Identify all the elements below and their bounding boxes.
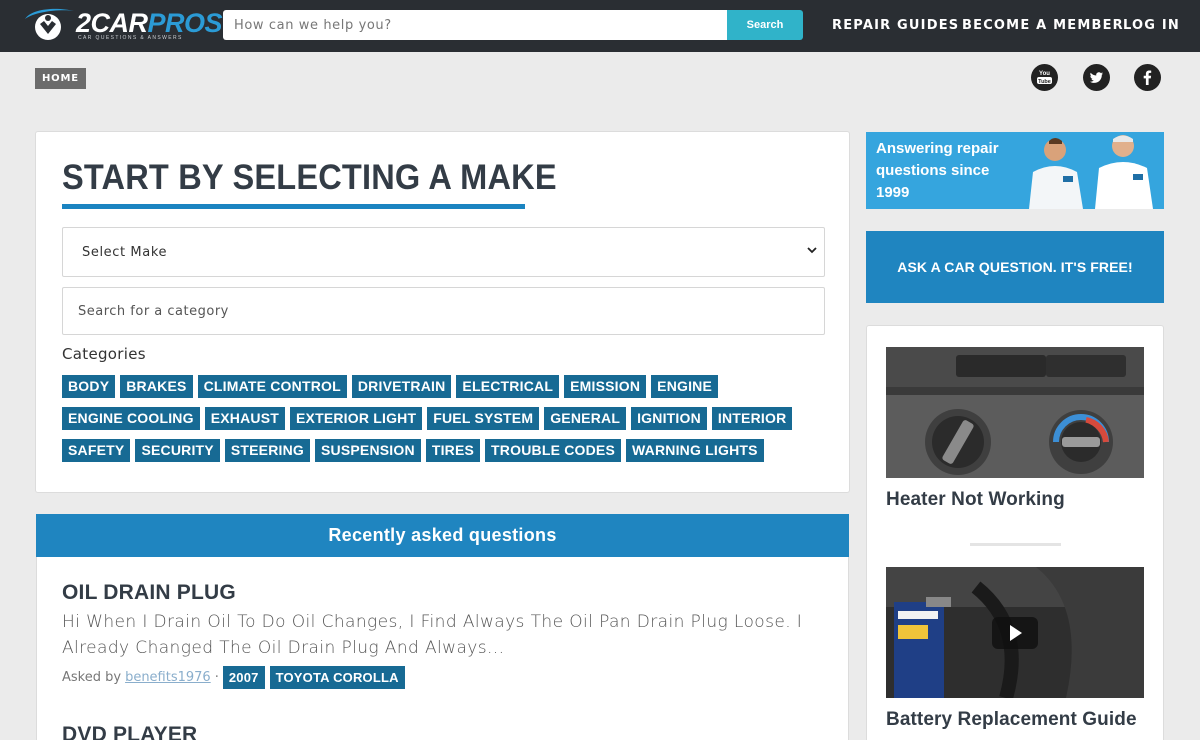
guide-title[interactable]: Battery Replacement Guide [886, 709, 1137, 731]
categories-row-3: SAFETY SECURITY STEERING SUSPENSION TIRE… [62, 439, 764, 462]
chevron-down-icon [807, 247, 817, 254]
vehicle-model-tag[interactable]: TOYOTA COROLLA [269, 666, 405, 689]
category-tag[interactable]: SECURITY [135, 439, 220, 462]
vehicle-year-tag[interactable]: 2007 [222, 666, 265, 689]
category-tag[interactable]: EMISSION [564, 375, 647, 398]
recent-questions-list: OIL DRAIN PLUG Hi When I Drain Oil To Do… [36, 557, 849, 740]
question-meta: Asked by benefits1976 · 2007 TOYOTA CORO… [62, 666, 410, 689]
category-tag[interactable]: SUSPENSION [315, 439, 421, 462]
question-title[interactable]: OIL DRAIN PLUG [62, 581, 236, 605]
category-tag[interactable]: FUEL SYSTEM [427, 407, 540, 430]
categories-row-2: ENGINE COOLING EXHAUST EXTERIOR LIGHT FU… [62, 407, 793, 430]
nav-repair-guides[interactable]: REPAIR GUIDES [832, 18, 959, 33]
search-button[interactable]: Search [727, 10, 803, 40]
logo-tagline: CAR QUESTIONS & ANSWERS [78, 35, 183, 41]
facebook-icon[interactable] [1134, 64, 1161, 91]
heater-guide-thumbnail[interactable] [886, 347, 1144, 478]
search-input[interactable] [223, 10, 727, 40]
category-tag[interactable]: ENGINE COOLING [62, 407, 200, 430]
site-search: Search [223, 10, 803, 40]
repair-guides-card: Heater Not Working Battery Replacement G… [866, 325, 1164, 740]
breadcrumb-home[interactable]: HOME [35, 68, 86, 89]
question-title[interactable]: DVD PLAYER [62, 723, 197, 740]
promo-text: Answering repair questions since 1999 [876, 140, 999, 201]
select-make-dropdown[interactable]: Select Make [62, 227, 825, 277]
category-tag[interactable]: BODY [62, 375, 116, 398]
category-tag[interactable]: TROUBLE CODES [485, 439, 621, 462]
category-tag[interactable]: BRAKES [120, 375, 193, 398]
recent-questions-heading: Recently asked questions [36, 514, 849, 557]
promo-banner[interactable]: Answering repair questions since 1999 [866, 132, 1164, 209]
categories-row-1: BODY BRAKES CLIMATE CONTROL DRIVETRAIN E… [62, 375, 719, 398]
top-navigation-bar: 2CARPROS CAR QUESTIONS & ANSWERS Search … [0, 0, 1200, 52]
category-tag[interactable]: TIRES [425, 439, 481, 462]
guide-divider [970, 543, 1061, 546]
engine-bay-video-image [886, 567, 1144, 698]
category-tag[interactable]: ELECTRICAL [456, 375, 560, 398]
youtube-icon[interactable]: You Tube [1031, 64, 1058, 91]
nav-become-member[interactable]: BECOME A MEMBER [962, 18, 1124, 33]
battery-guide-thumbnail[interactable] [886, 567, 1144, 698]
category-tag[interactable]: SAFETY [62, 439, 131, 462]
category-tag[interactable]: DRIVETRAIN [351, 375, 452, 398]
logo-mark-icon [25, 8, 74, 40]
mechanics-photo [1029, 135, 1153, 209]
meta-separator: · [214, 670, 219, 685]
category-search-placeholder: Search for a category [78, 304, 229, 319]
category-tag[interactable]: STEERING [224, 439, 310, 462]
question-author-link[interactable]: benefits1976 [125, 670, 211, 685]
svg-text:You: You [1039, 71, 1050, 77]
category-tag[interactable]: INTERIOR [711, 407, 793, 430]
question-excerpt[interactable]: Hi When I Drain Oil To Do Oil Changes, I… [62, 609, 827, 661]
page-title: START BY SELECTING A MAKE [62, 158, 557, 197]
select-make-card: START BY SELECTING A MAKE Select Make Se… [35, 131, 850, 493]
category-tag[interactable]: GENERAL [544, 407, 627, 430]
category-tag[interactable]: WARNING LIGHTS [626, 439, 764, 462]
climate-control-panel-image [886, 347, 1144, 478]
twitter-icon[interactable] [1083, 64, 1110, 91]
svg-text:Tube: Tube [1038, 79, 1051, 85]
category-tag[interactable]: CLIMATE CONTROL [197, 375, 347, 398]
category-tag[interactable]: IGNITION [631, 407, 707, 430]
ask-question-button[interactable]: ASK A CAR QUESTION. IT'S FREE! [866, 231, 1164, 303]
category-tag[interactable]: ENGINE [651, 375, 719, 398]
select-make-value: Select Make [82, 245, 168, 260]
title-underline [62, 204, 525, 209]
categories-label: Categories [62, 345, 146, 363]
category-tag[interactable]: EXTERIOR LIGHT [290, 407, 423, 430]
category-tag[interactable]: EXHAUST [204, 407, 285, 430]
site-logo[interactable]: 2CARPROS CAR QUESTIONS & ANSWERS [22, 6, 223, 46]
category-search-input[interactable]: Search for a category [62, 287, 825, 335]
asked-by-label: Asked by [62, 670, 122, 685]
nav-log-in[interactable]: LOG IN [1123, 18, 1180, 33]
guide-title[interactable]: Heater Not Working [886, 489, 1065, 511]
